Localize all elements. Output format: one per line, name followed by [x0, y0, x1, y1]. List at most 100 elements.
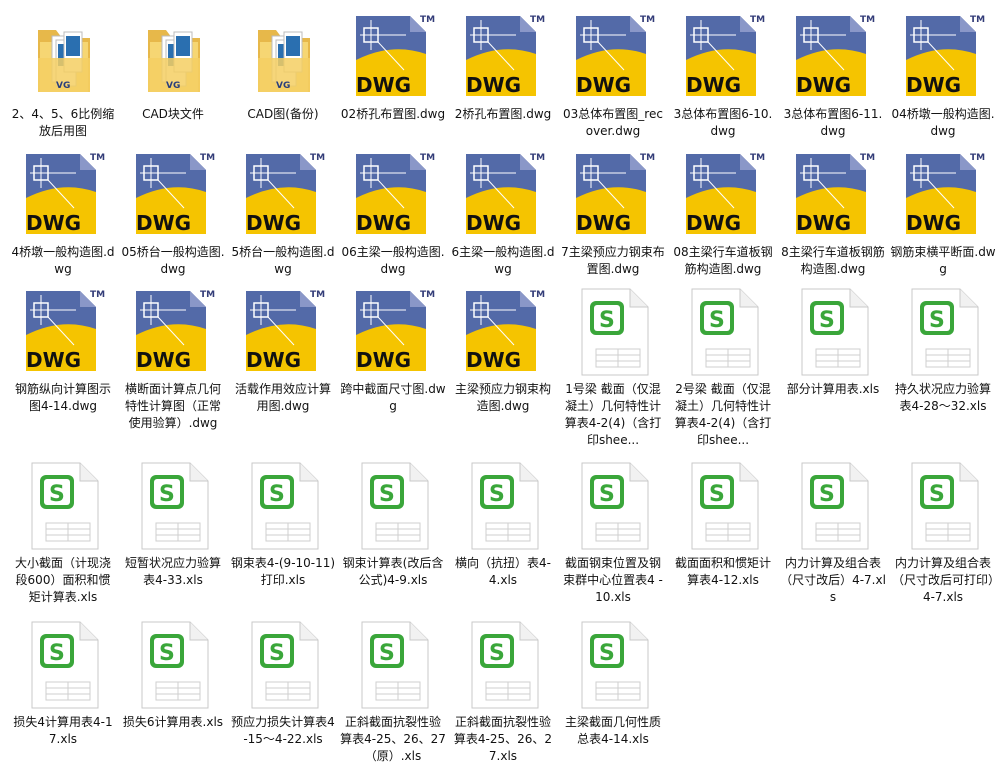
svg-text:S: S — [159, 641, 175, 666]
xls-file-icon: S — [788, 457, 878, 553]
file-item[interactable]: S 钢束计算表(改后含公式)4-9.xls — [338, 457, 448, 616]
file-item[interactable]: DWG TM 06主梁一般构造图.dwg — [338, 146, 448, 283]
file-item[interactable]: DWG TM 主梁预应力钢束构造图.dwg — [448, 283, 558, 457]
xls-file-icon: S — [18, 616, 108, 712]
file-item[interactable]: DWG TM 活载作用效应计算用图.dwg — [228, 283, 338, 457]
svg-text:DWG: DWG — [576, 73, 631, 97]
file-name-label: 正斜截面抗裂性验算表4-25、26、27（原）.xls — [340, 715, 446, 763]
file-item[interactable]: DWG TM 2桥孔布置图.dwg — [448, 8, 558, 146]
file-item[interactable]: DWG TM 3总体布置图6-10.dwg — [668, 8, 778, 146]
file-item[interactable]: S 内力计算及组合表（尺寸改后）4-7.xls — [778, 457, 888, 616]
xls-file-icon: S — [568, 457, 658, 553]
svg-text:TM: TM — [750, 153, 765, 163]
file-item[interactable]: S 1号梁 截面（仅混凝土）几何特性计算表4-2(4)（含打印shee... — [558, 283, 668, 457]
file-name-label: 预应力损失计算表4-15～4-22.xls — [231, 715, 335, 746]
file-item[interactable]: S 损失6计算用表.xls — [118, 616, 228, 756]
xls-file-icon: S — [788, 283, 878, 379]
file-item[interactable]: S 钢束表4-(9-10-11)打印.xls — [228, 457, 338, 616]
dwg-file-icon: DWG TM — [136, 290, 215, 372]
xls-file-icon: S — [801, 462, 869, 550]
file-item[interactable]: S 部分计算用表.xls — [778, 283, 888, 457]
file-name-label: 钢筋纵向计算图示 图4-14.dwg — [14, 382, 111, 413]
file-item[interactable]: VG CAD块文件 — [118, 8, 228, 146]
file-item[interactable]: DWG TM 08主梁行车道板钢筋构造图.dwg — [668, 146, 778, 283]
file-item[interactable]: S 横向（抗扭）表4-4.xls — [448, 457, 558, 616]
file-item[interactable]: DWG TM 05桥台一般构造图.dwg — [118, 146, 228, 283]
file-item[interactable]: DWG TM 3总体布置图6-11.dwg — [778, 8, 888, 146]
dwg-file-icon: DWG TM — [18, 146, 108, 242]
file-name-label: 主梁预应力钢束构造图.dwg — [454, 382, 551, 413]
svg-text:TM: TM — [90, 290, 105, 300]
svg-text:TM: TM — [530, 290, 545, 300]
file-item[interactable]: DWG TM 03总体布置图_recover.dwg — [558, 8, 668, 146]
xls-file-icon: S — [471, 621, 539, 709]
file-name-label: 4桥墩一般构造图.dwg — [11, 245, 115, 276]
svg-text:DWG: DWG — [906, 73, 961, 97]
file-item[interactable]: DWG TM 钢筋束横平断面.dwg — [888, 146, 998, 283]
file-item[interactable]: VG 2、4、5、6比例缩放后用图 — [8, 8, 118, 146]
file-item[interactable]: S 内力计算及组合表（尺寸改后可打印）4-7.xls — [888, 457, 998, 616]
svg-text:S: S — [929, 308, 945, 333]
file-item[interactable]: DWG TM 跨中截面尺寸图.dwg — [338, 283, 448, 457]
svg-text:DWG: DWG — [136, 211, 191, 235]
file-item[interactable]: S 截面面积和惯矩计算表4-12.xls — [668, 457, 778, 616]
svg-text:DWG: DWG — [466, 211, 521, 235]
file-item[interactable]: DWG TM 5桥台一般构造图.dwg — [228, 146, 338, 283]
file-name-label: 2号梁 截面（仅混凝土）几何特性计算表4-2(4)（含打印shee... — [674, 382, 772, 447]
file-item[interactable]: DWG TM 横断面计算点几何特性计算图（正常使用验算）.dwg — [118, 283, 228, 457]
file-name-label: 活载作用效应计算用图.dwg — [234, 382, 331, 413]
dwg-file-icon: DWG TM — [26, 153, 105, 235]
file-item[interactable]: S 持久状况应力验算表4-28～32.xls — [888, 283, 998, 457]
file-name-label: 横向（抗扭）表4-4.xls — [455, 556, 551, 587]
file-item[interactable]: S 主梁截面几何性质总表4-14.xls — [558, 616, 668, 756]
svg-text:TM: TM — [750, 15, 765, 25]
file-item[interactable]: DWG TM 6主梁一般构造图.dwg — [448, 146, 558, 283]
file-item[interactable]: S 正斜截面抗裂性验算表4-25、26、27.xls — [448, 616, 558, 763]
xls-file-icon: S — [251, 462, 319, 550]
file-item[interactable]: DWG TM 02桥孔布置图.dwg — [338, 8, 448, 146]
file-item[interactable]: S 2号梁 截面（仅混凝土）几何特性计算表4-2(4)（含打印shee... — [668, 283, 778, 457]
dwg-file-icon: DWG TM — [128, 283, 218, 379]
svg-text:DWG: DWG — [136, 348, 191, 372]
svg-text:TM: TM — [860, 153, 875, 163]
svg-text:DWG: DWG — [796, 211, 851, 235]
file-item[interactable]: S 正斜截面抗裂性验算表4-25、26、27（原）.xls — [338, 616, 448, 763]
dwg-file-icon: DWG TM — [356, 290, 435, 372]
dwg-file-icon: DWG TM — [458, 283, 548, 379]
file-item[interactable]: S 截面钢束位置及钢束群中心位置表4 - 10.xls — [558, 457, 668, 616]
file-item[interactable]: S 大小截面（计现浇段600）面积和惯矩计算表.xls — [8, 457, 118, 616]
xls-file-icon: S — [581, 462, 649, 550]
svg-text:DWG: DWG — [356, 73, 411, 97]
svg-text:S: S — [929, 482, 945, 507]
file-name-label: 正斜截面抗裂性验算表4-25、26、27.xls — [453, 715, 553, 763]
file-item[interactable]: DWG TM 4桥墩一般构造图.dwg — [8, 146, 118, 283]
file-name-label: 1号梁 截面（仅混凝土）几何特性计算表4-2(4)（含打印shee... — [564, 382, 662, 447]
file-item[interactable]: DWG TM 钢筋纵向计算图示 图4-14.dwg — [8, 283, 118, 457]
file-name-label: 05桥台一般构造图.dwg — [121, 245, 225, 276]
file-item[interactable]: DWG TM 04桥墩一般构造图.dwg — [888, 8, 998, 146]
dwg-file-icon: DWG TM — [238, 283, 328, 379]
xls-file-icon: S — [141, 462, 209, 550]
svg-text:TM: TM — [310, 153, 325, 163]
svg-text:S: S — [489, 482, 505, 507]
file-item[interactable]: S 损失4计算用表4-17.xls — [8, 616, 118, 756]
file-item[interactable]: VG CAD图(备份) — [228, 8, 338, 146]
svg-text:TM: TM — [970, 153, 985, 163]
svg-text:DWG: DWG — [26, 348, 81, 372]
xls-file-icon: S — [678, 457, 768, 553]
folder-icon: VG — [258, 30, 310, 92]
dwg-file-icon: DWG TM — [678, 146, 768, 242]
file-name-label: 内力计算及组合表（尺寸改后可打印）4-7.xls — [891, 556, 994, 604]
svg-text:S: S — [819, 482, 835, 507]
file-item[interactable]: S 短暂状况应力验算表4-33.xls — [118, 457, 228, 616]
folder-icon: VG — [238, 8, 328, 104]
svg-text:S: S — [379, 641, 395, 666]
file-item[interactable]: S 预应力损失计算表4-15～4-22.xls — [228, 616, 338, 756]
file-item[interactable]: DWG TM 7主梁预应力钢束布置图.dwg — [558, 146, 668, 283]
svg-text:S: S — [269, 641, 285, 666]
xls-file-icon: S — [898, 457, 988, 553]
svg-text:S: S — [709, 482, 725, 507]
dwg-file-icon: DWG TM — [568, 146, 658, 242]
dwg-file-icon: DWG TM — [466, 153, 545, 235]
file-item[interactable]: DWG TM 8主梁行车道板钢筋构造图.dwg — [778, 146, 888, 283]
